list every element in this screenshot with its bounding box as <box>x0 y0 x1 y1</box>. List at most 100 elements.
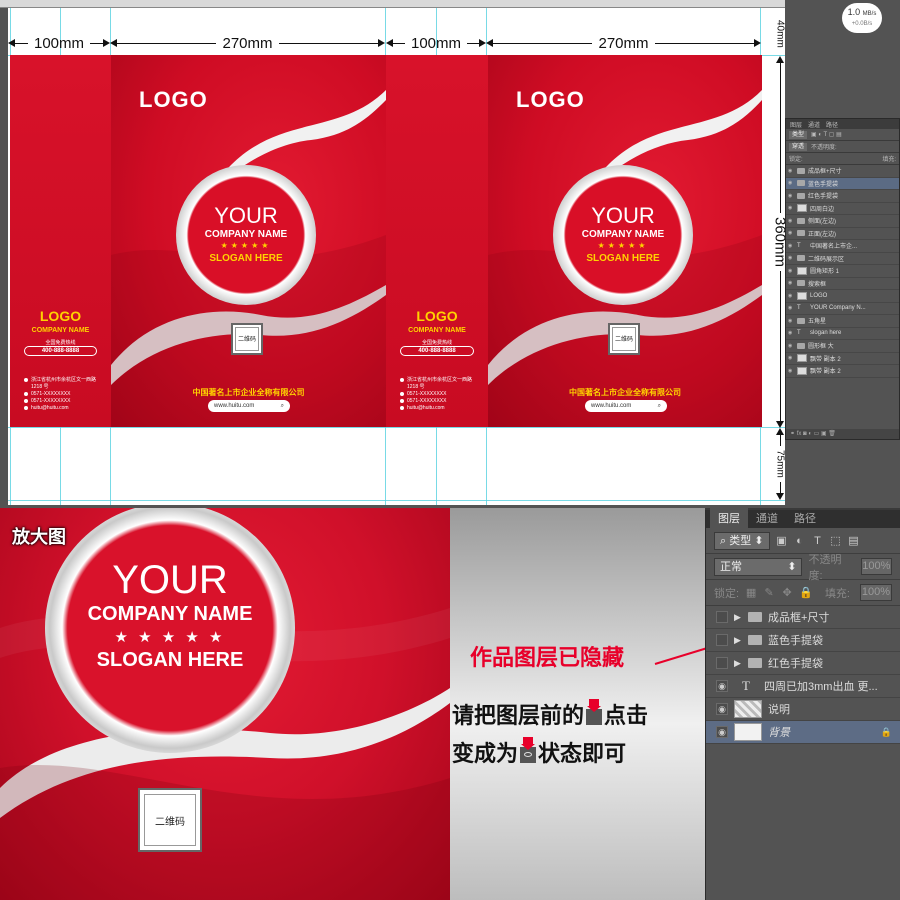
expand-arrow-icon[interactable]: ▶ <box>734 612 742 623</box>
layer-name: 中国著名上市企... <box>810 244 858 251</box>
eye-icon[interactable]: ◉ <box>788 218 794 224</box>
expand-arrow-icon[interactable]: ▶ <box>734 658 742 669</box>
company-name-cn: 中国著名上市企业全称有限公司 <box>192 388 305 397</box>
text-filter-icon[interactable]: T <box>812 535 824 547</box>
folder-icon <box>748 658 762 668</box>
layer-row[interactable]: ▶ 蓝色手提袋 <box>706 629 900 652</box>
eye-icon[interactable]: ◉ <box>788 368 794 374</box>
eye-icon[interactable]: ◉ <box>788 330 794 336</box>
eye-icon[interactable]: ◉ <box>788 193 794 199</box>
opacity-input[interactable]: 100% <box>860 558 892 575</box>
layer-row[interactable]: ◉ 五角星 <box>786 315 899 328</box>
shape-filter-icon[interactable]: ⬚ <box>830 535 842 547</box>
bag-front-panel-right[interactable]: LOGO YOUR COMPANY NAME ★★★★★ SLOGAN HERE… <box>488 55 762 427</box>
eye-icon[interactable]: ◉ <box>788 355 794 361</box>
image-filter-icon[interactable]: ▣ <box>776 535 788 547</box>
layer-row[interactable]: ◉ LOGO <box>786 290 899 303</box>
blend-mode-select[interactable]: 穿透 <box>789 142 808 151</box>
tab-channels[interactable]: 通道 <box>808 120 820 129</box>
layer-row[interactable]: ◉ 说明 <box>706 698 900 721</box>
eye-icon[interactable]: ◉ <box>788 230 794 236</box>
eye-icon[interactable]: ◉ <box>716 703 728 715</box>
layer-row[interactable]: ◉ 正面(左边) <box>786 228 899 240</box>
eye-icon[interactable]: ◉ <box>788 318 794 324</box>
bag-side-panel-right[interactable]: LOGO COMPANY NAME 全国免费热线 400-888-8888 浙江… <box>386 55 488 427</box>
tab-channels[interactable]: 通道 <box>748 508 786 528</box>
layer-row[interactable]: ◉ 侧面(左边) <box>786 215 899 228</box>
layers-panel-small[interactable]: 图层 通道 路径 类型 ▣ ◐ T ▢ ▤ 穿透 不透明度: 锁定: 填充: ◉… <box>785 118 900 440</box>
expand-arrow-icon[interactable]: ▶ <box>734 635 742 646</box>
dimension-side-1: 100mm <box>8 35 110 52</box>
folder-icon <box>748 612 762 622</box>
adjustment-filter-icon[interactable]: ◐ <box>794 535 806 547</box>
fill-input[interactable]: 100% <box>860 584 892 601</box>
tab-layers[interactable]: 图层 <box>710 508 748 528</box>
url-search-box: www.huitu.com ⌕ <box>585 400 667 412</box>
horizontal-ruler[interactable] <box>0 0 785 8</box>
kind-filter[interactable]: 类型 <box>789 130 808 139</box>
tab-paths[interactable]: 路径 <box>826 120 838 129</box>
layer-row[interactable]: ◉ 蓝色手提袋 <box>786 177 899 190</box>
eye-icon[interactable]: ◉ <box>788 280 794 286</box>
tab-layers[interactable]: 图层 <box>790 120 802 129</box>
blend-bar: 正常 ⬍ 不透明度: 100% <box>706 554 900 582</box>
zoomed-design: 放大图 YOUR COMPANY NAME ★ ★ ★ ★ ★ SLOGAN H… <box>0 508 450 900</box>
hidden-eye-icon[interactable] <box>716 611 728 623</box>
lock-all-icon[interactable]: 🔒 <box>799 587 813 599</box>
bag-front-panel-left[interactable]: LOGO YOUR COMPANY NAME ★★★★★ SLOGAN HERE… <box>111 55 386 427</box>
layer-row[interactable]: ◉ 红色手提袋 <box>786 190 899 203</box>
eye-icon[interactable]: ◉ <box>788 268 794 274</box>
layer-row[interactable]: ◉ 搜索框 <box>786 278 899 290</box>
hidden-eye-icon[interactable] <box>716 657 728 669</box>
layer-row[interactable]: ◉ Tslogan here <box>786 328 899 340</box>
eye-icon[interactable]: ◉ <box>788 205 794 211</box>
blend-mode-select[interactable]: 正常 ⬍ <box>714 557 803 576</box>
layer-row[interactable]: ◉ 飘带 副本 2 <box>786 365 899 378</box>
eye-icon[interactable]: ◉ <box>788 243 794 249</box>
eye-icon[interactable]: ◉ <box>716 726 728 738</box>
eye-icon[interactable]: ◉ <box>788 168 794 174</box>
layer-row[interactable]: ▶ 成品框+尺寸 <box>706 606 900 629</box>
bag-side-panel-left[interactable]: LOGO COMPANY NAME 全国免费热线 400-888-8888 浙江… <box>10 55 111 427</box>
design-canvas-area: 100mm 270mm 100mm 270mm 40mm 360mm 75mm … <box>0 0 900 508</box>
smart-object-filter-icon[interactable]: ▤ <box>848 535 860 547</box>
layer-row[interactable]: ◉ T YOUR Company N... <box>786 303 899 315</box>
filter-icons[interactable]: ▣ ◐ T ▢ ▤ <box>811 131 842 138</box>
dimension-front-1: 270mm <box>110 35 385 52</box>
kind-filter-select[interactable]: ⌕ 类型 ⬍ <box>714 531 770 550</box>
eye-icon[interactable]: ◉ <box>716 680 728 692</box>
phone-icon <box>400 392 404 396</box>
layer-row[interactable]: ▶ 红色手提袋 <box>706 652 900 675</box>
layer-name: 正面(左边) <box>808 231 836 238</box>
filter-bar: ⌕ 类型 ⬍ ▣ ◐ T ⬚ ▤ <box>706 528 900 554</box>
layer-row[interactable]: ◉ 圆角矩形 1 <box>786 265 899 278</box>
layer-row[interactable]: ◉ 圆形框 大 <box>786 340 899 353</box>
layer-name: 成品框+尺寸 <box>808 169 842 176</box>
lock-paint-icon[interactable]: ✎ <box>763 587 775 599</box>
folder-icon <box>797 255 805 262</box>
layer-name: 侧面(左边) <box>808 219 836 226</box>
phone-icon <box>400 399 404 403</box>
folder-icon <box>797 167 805 174</box>
eye-icon[interactable]: ◉ <box>788 180 794 186</box>
qr-code-placeholder: 二维码 <box>138 788 202 852</box>
logo-ring: YOUR COMPANY NAME ★★★★★ SLOGAN HERE <box>553 165 693 305</box>
layer-row[interactable]: ◉ 成品框+尺寸 <box>786 165 899 178</box>
layer-row[interactable]: ◉ T 中国著名上市企... <box>786 240 899 253</box>
eye-icon[interactable]: ◉ <box>788 343 794 349</box>
dimension-front-2: 270mm <box>486 35 761 52</box>
tab-paths[interactable]: 路径 <box>786 508 824 528</box>
layer-row[interactable]: ◉ 四周白边 <box>786 203 899 215</box>
eye-icon[interactable]: ◉ <box>788 293 794 299</box>
hidden-eye-icon[interactable] <box>716 634 728 646</box>
layer-row[interactable]: ◉ 二维码展示区 <box>786 253 899 265</box>
lock-transparent-icon[interactable]: ▦ <box>745 587 757 599</box>
lock-move-icon[interactable]: ✥ <box>781 587 793 599</box>
layers-panel[interactable]: 图层 通道 路径 ⌕ 类型 ⬍ ▣ ◐ T ⬚ ▤ 正常 ⬍ 不透明度: 100%… <box>705 508 900 900</box>
layer-row[interactable]: ◉ T 四周已加3mm出血 更... <box>706 675 900 698</box>
eye-icon[interactable]: ◉ <box>788 255 794 261</box>
eye-icon[interactable]: ◉ <box>788 305 794 311</box>
layer-row[interactable]: ◉ 背景 🔒 <box>706 721 900 744</box>
panel-footer-icons[interactable]: ⚭ fx ◙ ◐ ▭ ▣ 🗑 <box>786 429 899 439</box>
layer-row[interactable]: ◉ 飘带 副本 2 <box>786 353 899 365</box>
